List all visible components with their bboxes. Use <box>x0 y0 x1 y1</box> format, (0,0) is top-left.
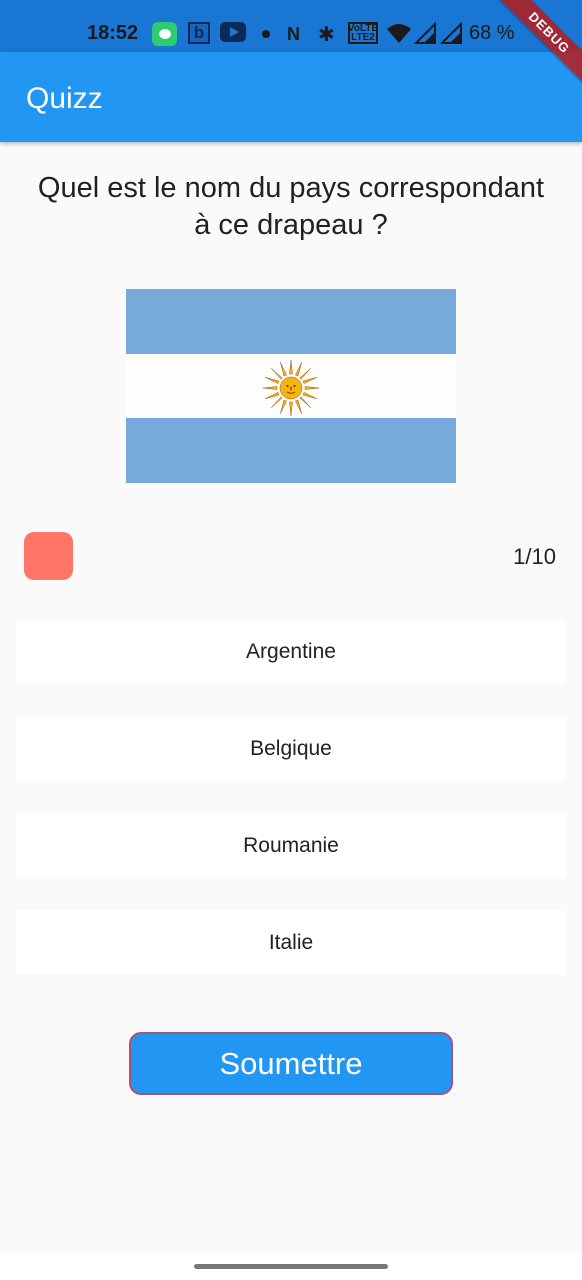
flag-stripe-top <box>126 289 456 354</box>
sun-of-may-icon <box>262 359 320 417</box>
argentina-flag-image <box>126 289 456 483</box>
bluetooth-icon: ✱ <box>318 23 335 46</box>
answer-option-3[interactable]: Roumanie <box>16 814 566 878</box>
b-app-icon: b <box>188 22 210 44</box>
question-text: Quel est le nom du pays correspondant à … <box>37 172 545 241</box>
answer-option-4[interactable]: Italie <box>16 911 566 975</box>
wifi-icon <box>386 22 412 44</box>
home-indicator[interactable] <box>194 1264 388 1269</box>
messages-icon <box>152 22 177 46</box>
youtube-icon <box>220 22 246 42</box>
status-time: 18:52 <box>87 22 139 44</box>
volte-icon: VoLTE LTE2 <box>348 22 378 44</box>
signal-icon <box>440 22 462 44</box>
status-bar: 18:52 b N ✱ VoLTE LTE2 68 % <box>0 0 582 52</box>
submit-button[interactable]: Soumettre <box>129 1032 453 1095</box>
signal-icon <box>414 22 436 44</box>
app-title: Quizz <box>26 82 103 115</box>
lte-label: LTE2 <box>351 32 375 43</box>
score-indicator <box>24 532 73 580</box>
quiz-screen: 18:52 b N ✱ VoLTE LTE2 68 % Quizz DEBUG … <box>0 0 582 1280</box>
app-bar: Quizz <box>0 52 582 142</box>
question-progress: 1/10 <box>513 544 556 569</box>
battery-level: 68 % <box>469 22 515 44</box>
dot-icon <box>262 30 270 38</box>
nfc-icon: N <box>287 23 300 44</box>
flag-stripe-bottom <box>126 418 456 483</box>
answer-option-2[interactable]: Belgique <box>16 717 566 781</box>
answer-option-1[interactable]: Argentine <box>16 620 566 684</box>
